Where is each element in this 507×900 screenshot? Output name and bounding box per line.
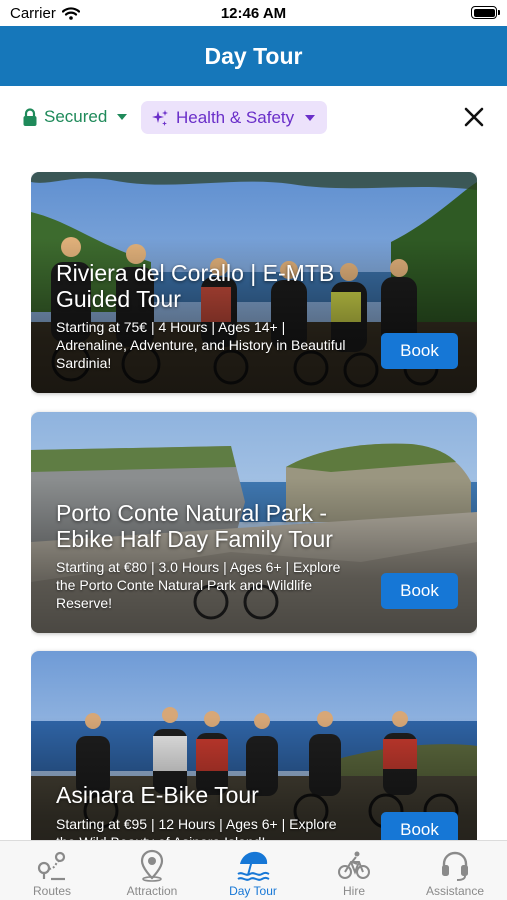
tour-description: Starting at €95 | 12 Hours | Ages 6+ | E… — [56, 816, 337, 840]
tour-title: Asinara E-Bike Tour — [56, 782, 259, 808]
tour-description: Starting at €80 | 3.0 Hours | Ages 6+ | … — [56, 559, 341, 611]
tab-label: Attraction — [126, 884, 178, 898]
health-safety-filter-label: Health & Safety — [176, 107, 295, 127]
headset-icon — [442, 851, 468, 881]
close-icon[interactable] — [463, 106, 485, 128]
tab-assistance[interactable]: Assistance — [405, 841, 505, 900]
route-icon — [37, 851, 66, 881]
tab-day-tour[interactable]: Day Tour — [203, 841, 303, 900]
secured-filter-label: Secured — [44, 107, 108, 126]
tour-title: Riviera del Corallo | E-MTB Guided Tour — [56, 260, 335, 312]
tour-card[interactable]: Porto Conte Natural Park - Ebike Half Da… — [31, 412, 477, 633]
nav-bar: Day Tour — [0, 26, 507, 86]
tab-bar: Routes Attraction Day Tour Hire Assistan… — [0, 840, 507, 900]
book-button[interactable]: Book — [381, 333, 458, 369]
tour-card[interactable]: Asinara E-Bike Tour Starting at €95 | 12… — [31, 651, 477, 840]
chevron-down-icon — [117, 114, 128, 120]
battery-icon — [471, 6, 500, 19]
lock-icon — [23, 107, 37, 126]
tour-list[interactable]: Riviera del Corallo | E-MTB Guided Tour … — [31, 172, 477, 840]
bicycle-rider-icon — [338, 851, 370, 879]
tab-attraction[interactable]: Attraction — [102, 841, 202, 900]
tab-label: Day Tour — [229, 884, 277, 898]
map-pin-icon — [140, 849, 164, 882]
status-time: 12:46 AM — [220, 5, 287, 22]
beach-umbrella-icon — [237, 851, 270, 881]
tour-card[interactable]: Riviera del Corallo | E-MTB Guided Tour … — [31, 172, 477, 393]
sparkles-icon — [152, 109, 168, 126]
status-bar: Carrier 12:46 AM — [0, 0, 507, 26]
page-title: Day Tour — [204, 42, 303, 69]
book-button[interactable]: Book — [381, 812, 458, 840]
book-button[interactable]: Book — [381, 573, 458, 609]
tour-title: Porto Conte Natural Park - Ebike Half Da… — [56, 500, 333, 552]
secured-filter[interactable]: Secured — [22, 102, 128, 132]
filter-row: Secured Health & Safety — [0, 98, 507, 138]
tour-description: Starting at 75€ | 4 Hours | Ages 14+ | A… — [56, 319, 346, 371]
health-safety-filter[interactable]: Health & Safety — [141, 101, 328, 134]
tab-label: Routes — [32, 884, 72, 898]
chevron-down-icon — [305, 114, 316, 121]
tab-label: Assistance — [425, 884, 485, 898]
tab-routes[interactable]: Routes — [2, 841, 102, 900]
tab-label: Hire — [342, 884, 365, 898]
tab-hire[interactable]: Hire — [304, 841, 404, 900]
